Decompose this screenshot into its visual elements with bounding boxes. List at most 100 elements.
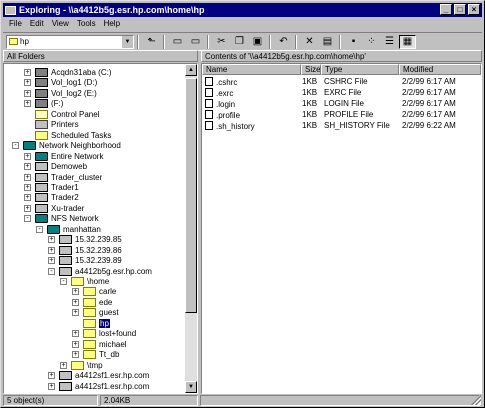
column-header-size[interactable]: Size [301,64,321,75]
scroll-up-icon[interactable]: ▲ [185,64,197,76]
expand-icon[interactable]: + [72,351,79,359]
cut-icon[interactable]: ✂ [213,35,230,49]
tree-item[interactable]: + carle [72,286,116,297]
expand-icon[interactable]: + [72,340,79,348]
scroll-down-icon[interactable]: ▼ [185,381,197,393]
expand-icon[interactable]: + [48,236,55,244]
expand-icon[interactable]: + [48,382,55,390]
expand-icon[interactable]: + [24,183,31,191]
copy-icon[interactable]: ❐ [231,35,248,49]
computer-icon [35,162,48,172]
tree-item[interactable]: - manhattan [36,224,101,235]
address-combo[interactable]: hp ▼ [6,34,134,49]
tree-item[interactable]: + a4412sf1.esr.hp.com [48,381,149,392]
tree-item[interactable]: +15.32.239.85 [48,234,122,245]
map-drive-icon[interactable]: ▭ [169,35,186,49]
tree-item[interactable]: + Vol_log2 (E:) [24,88,97,99]
expand-icon[interactable]: + [72,330,79,338]
tree-item[interactable]: + Vol_log1 (D:) [24,77,97,88]
collapse-icon[interactable]: - [60,278,67,285]
tree-item[interactable]: + michael [72,339,127,350]
delete-icon[interactable]: ✕ [301,35,318,49]
maximize-icon[interactable]: □ [454,4,466,15]
list-icon[interactable]: ☰ [381,35,398,49]
tree-item[interactable]: + Trader1 [24,182,79,193]
tree-item[interactable]: + Xu-trader [24,203,84,214]
resize-grip-icon[interactable] [471,395,481,405]
expand-icon[interactable]: + [72,288,79,296]
minimize-icon[interactable]: _ [440,4,452,15]
menu-help[interactable]: Help [100,18,124,30]
scroll-thumb[interactable] [185,78,197,313]
expand-icon[interactable]: + [60,361,67,369]
tree-item[interactable]: + ede [72,297,112,308]
chevron-down-icon[interactable]: ▼ [121,35,133,48]
tree-item[interactable]: + Trader_cluster [24,172,102,183]
expand-icon[interactable]: + [24,194,31,202]
menu-edit[interactable]: Edit [26,18,48,30]
tree-item[interactable]: + Demoweb [24,161,87,172]
expand-icon[interactable]: + [48,257,55,265]
column-header-name[interactable]: Name [202,64,301,75]
menu-tools[interactable]: Tools [73,18,100,30]
column-header-modified[interactable]: Modified [399,64,481,75]
title-bar[interactable]: Exploring - \\a4412b5g.esr.hp.com\home\h… [3,3,482,17]
expand-icon[interactable]: + [24,79,31,87]
tree-item[interactable]: Printers [24,119,79,130]
tree-item[interactable]: +15.32.239.89 [48,255,122,266]
file-row[interactable]: .login 1KB LOGIN File 2/2/99 6:17 AM [202,99,481,109]
large-icons-icon[interactable]: ▪ [345,35,362,49]
expand-icon[interactable]: + [72,309,79,317]
tree-item[interactable]: + guest [72,307,119,318]
tree-vertical-scrollbar[interactable]: ▲ ▼ [185,64,197,393]
menu-view[interactable]: View [48,18,73,30]
expand-icon[interactable]: + [72,298,79,306]
close-icon[interactable]: × [468,4,480,15]
column-header-type[interactable]: Type [321,64,399,75]
expand-icon[interactable]: + [24,152,31,160]
paste-icon[interactable]: ▣ [249,35,266,49]
tree-item[interactable]: Scheduled Tasks [24,130,111,141]
properties-icon[interactable]: ▤ [319,35,336,49]
tree-item[interactable]: + (F:) [24,98,63,109]
file-row[interactable]: .cshrc 1KB CSHRC File 2/2/99 6:17 AM [202,77,481,87]
tree-item[interactable]: - a4412b5g.esr.hp.com [48,266,152,277]
file-row[interactable]: .sh_history 1KB SH_HISTORY File 2/2/99 6:22… [202,121,481,131]
collapse-icon[interactable]: - [12,142,19,150]
tree-item[interactable]: Control Panel [24,109,99,120]
tree-item[interactable]: + lost+found [72,328,136,339]
small-icons-icon[interactable]: ⁘ [363,35,380,49]
file-row[interactable]: .profile 1KB PROFILE File 2/2/99 6:17 AM [202,110,481,120]
file-row[interactable]: .exrc 1KB EXRC File 2/2/99 6:17 AM [202,88,481,98]
expand-icon[interactable]: + [24,69,31,76]
collapse-icon[interactable]: - [48,267,55,275]
expand-icon[interactable]: + [24,163,31,171]
expand-icon[interactable]: + [24,204,31,212]
expand-icon[interactable]: + [24,89,31,97]
tree-item[interactable]: - NFS Network [24,213,99,224]
expand-icon[interactable]: + [48,246,55,254]
tree-item-label: Trader2 [51,193,79,203]
disconnect-drive-icon[interactable]: ▭ [187,35,204,49]
window-controls: _ □ × [438,4,480,15]
tree-item[interactable]: + Entire Network [24,151,103,162]
collapse-icon[interactable]: - [36,225,43,233]
tree-item[interactable]: +15.32.239.86 [48,245,122,256]
tree-item[interactable]: + a4412sf1.esr.hp.com [48,370,149,381]
expand-icon[interactable]: + [24,173,31,181]
tree-item[interactable]: + Trader2 [24,192,79,203]
undo-icon[interactable]: ↶ [275,35,292,49]
tree-item[interactable]: + Tt_db [72,349,119,360]
tree-item[interactable]: - Network Neighborhood [12,140,121,151]
collapse-icon[interactable]: - [24,215,31,223]
expand-icon[interactable]: + [48,372,55,380]
toolbar-separator [163,34,165,49]
menu-file[interactable]: File [5,18,26,30]
tree-item[interactable]: + \tmp [60,360,103,371]
tree-item[interactable]: - \home [60,276,109,287]
details-icon[interactable]: ▦ [399,34,416,49]
tree-item[interactable]: + Acqdn31aba (C:) [24,67,111,78]
up-folder-icon[interactable]: ⬑ [143,35,160,49]
expand-icon[interactable]: + [24,100,31,108]
tree-item[interactable]: hp [72,318,110,329]
